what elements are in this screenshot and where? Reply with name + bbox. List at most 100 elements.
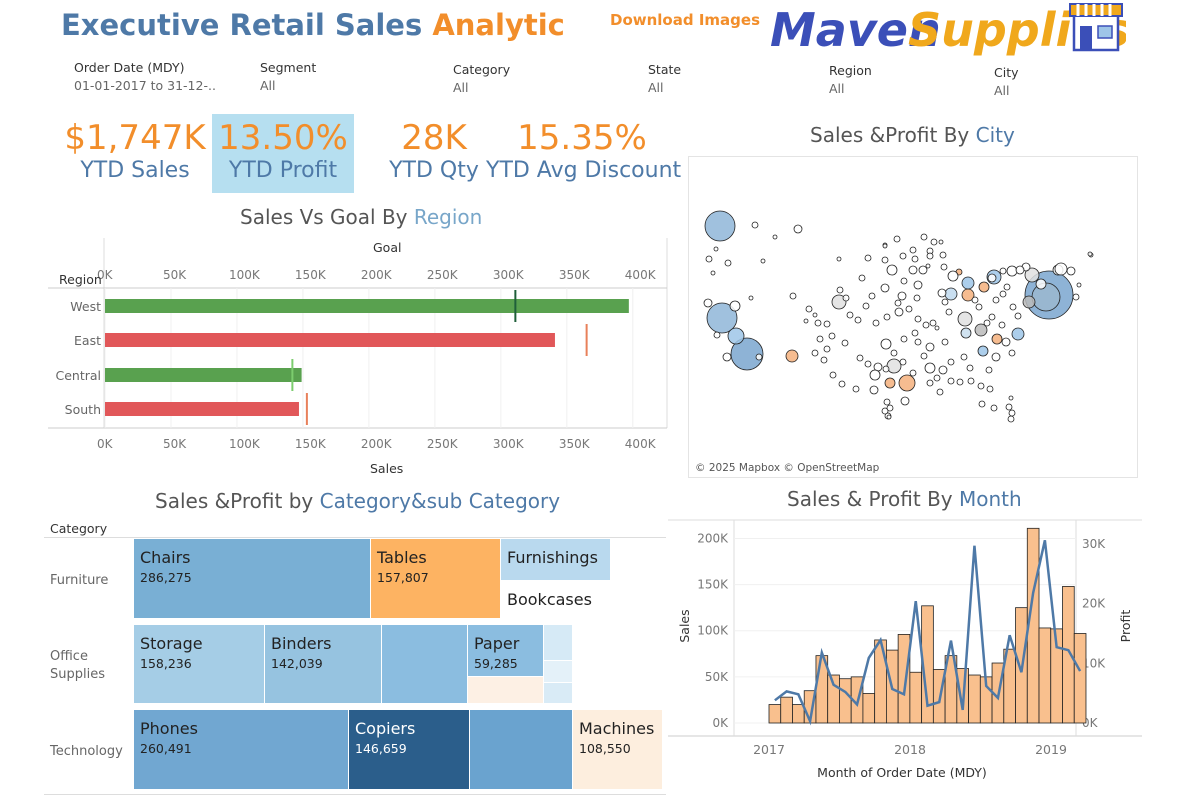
city-bubble[interactable] <box>883 398 891 406</box>
city-bubble[interactable] <box>886 264 898 276</box>
city-bubble[interactable] <box>939 251 947 259</box>
city-bubble[interactable] <box>842 294 850 302</box>
city-bubble[interactable] <box>838 380 846 388</box>
city-bubble[interactable] <box>751 221 759 229</box>
city-bubble[interactable] <box>755 353 763 361</box>
city-bubble[interactable] <box>789 292 797 300</box>
city-bubble[interactable] <box>836 286 844 294</box>
treemap-cell[interactable] <box>382 625 468 704</box>
city-bubble[interactable] <box>947 270 959 282</box>
city-bubble[interactable] <box>772 234 778 240</box>
city-bubble[interactable] <box>1005 403 1013 411</box>
city-bubble[interactable] <box>961 276 975 290</box>
treemap-cell[interactable]: Phones 260,491 <box>134 710 349 790</box>
city-bubble[interactable] <box>920 233 928 241</box>
city-bubble[interactable] <box>886 404 894 412</box>
city-bubble[interactable] <box>922 321 930 329</box>
city-bubble[interactable] <box>920 352 928 360</box>
treemap-cell[interactable]: Furnishings <box>501 539 611 581</box>
city-bubble[interactable] <box>722 352 732 362</box>
treemap-cell[interactable]: Bookcases <box>501 581 611 619</box>
city-bubble[interactable] <box>883 313 891 321</box>
city-bubble[interactable] <box>987 273 997 283</box>
city-bubble[interactable] <box>890 349 898 357</box>
city-bubble[interactable] <box>909 369 917 377</box>
city-bubble[interactable] <box>898 374 916 392</box>
city-bubble[interactable] <box>971 296 979 304</box>
city-bubble[interactable] <box>909 246 917 254</box>
city-bubble[interactable] <box>886 358 902 374</box>
city-bubble[interactable] <box>841 339 849 347</box>
city-bubble[interactable] <box>983 319 991 327</box>
treemap-cell[interactable] <box>544 625 573 661</box>
city-bubble[interactable] <box>852 385 860 393</box>
city-bubble[interactable] <box>911 329 919 337</box>
city-bubble[interactable] <box>803 318 809 324</box>
sales-bar[interactable] <box>105 402 299 416</box>
city-bubble[interactable] <box>1007 415 1015 423</box>
city-bubble[interactable] <box>977 345 989 357</box>
city-bubble[interactable] <box>1015 265 1025 275</box>
sales-bar[interactable] <box>968 674 981 724</box>
city-bubble[interactable] <box>1001 337 1011 347</box>
filter-order-date[interactable]: Order Date (MDY) 01-01-2017 to 31-12-.. <box>74 60 216 93</box>
filter-value[interactable]: 01-01-2017 to 31-12-.. <box>74 78 216 93</box>
city-bubble[interactable] <box>945 308 953 316</box>
city-bubble[interactable] <box>918 265 928 275</box>
city-bubble[interactable] <box>882 243 888 249</box>
city-bubble[interactable] <box>812 312 818 318</box>
treemap-cell[interactable]: Machines 108,550 <box>573 710 663 790</box>
city-bubble[interactable] <box>978 400 986 408</box>
city-bubble[interactable] <box>894 299 902 307</box>
treemap-cell[interactable]: Chairs 286,275 <box>134 539 371 619</box>
city-bubble[interactable] <box>828 332 836 340</box>
city-bubble[interactable] <box>1003 283 1011 291</box>
city-bubble[interactable] <box>938 239 944 245</box>
city-bubble[interactable] <box>985 366 993 374</box>
city-bubble[interactable] <box>1008 395 1014 401</box>
city-bubble[interactable] <box>705 255 713 263</box>
city-bubble[interactable] <box>913 280 923 290</box>
city-bubble[interactable] <box>872 319 880 327</box>
city-bubble[interactable] <box>900 396 910 406</box>
city-bubble[interactable] <box>941 298 949 306</box>
sales-profit-month-chart[interactable]: 0K50K100K150K200K0K10K20K30K2017 2018 2019… <box>668 514 1142 784</box>
filter-state[interactable]: State All <box>648 62 681 95</box>
city-bubble[interactable] <box>1035 278 1047 290</box>
city-bubble[interactable] <box>899 252 907 260</box>
city-bubble[interactable] <box>940 263 948 271</box>
sales-bar[interactable] <box>839 678 852 724</box>
city-bubble[interactable] <box>820 356 828 364</box>
city-bubble[interactable] <box>1087 251 1093 257</box>
city-bubble[interactable] <box>823 320 831 328</box>
city-bubble[interactable] <box>1022 295 1036 309</box>
city-bubble[interactable] <box>947 377 955 385</box>
city-bubble[interactable] <box>1072 293 1080 301</box>
city-bubble[interactable] <box>926 252 934 260</box>
city-bubble[interactable] <box>1008 349 1016 357</box>
sales-bar[interactable] <box>1038 627 1052 724</box>
city-bubble[interactable] <box>854 316 862 324</box>
city-bubble[interactable] <box>956 378 964 386</box>
city-bubble[interactable] <box>947 358 955 366</box>
city-bubble[interactable] <box>858 274 866 282</box>
city-bubble[interactable] <box>967 377 975 385</box>
city-bubble[interactable] <box>836 256 842 262</box>
city-bubble[interactable] <box>893 235 901 243</box>
city-bubble[interactable] <box>924 362 936 374</box>
city-bubble[interactable] <box>864 360 872 368</box>
sales-bar[interactable] <box>862 693 876 724</box>
city-bubble[interactable] <box>999 267 1007 275</box>
filter-segment[interactable]: Segment All <box>260 60 316 93</box>
treemap-cell[interactable] <box>470 710 573 790</box>
sales-bar[interactable] <box>909 671 923 724</box>
city-bubble[interactable] <box>937 288 947 298</box>
city-bubble[interactable] <box>862 302 870 310</box>
city-bubble[interactable] <box>960 353 968 361</box>
city-bubble[interactable] <box>882 365 890 373</box>
city-bubble[interactable] <box>846 311 854 319</box>
city-bubble[interactable] <box>991 333 1003 345</box>
city-bubble[interactable] <box>978 281 990 293</box>
city-bubble[interactable] <box>785 349 799 363</box>
city-bubble[interactable] <box>926 379 934 387</box>
